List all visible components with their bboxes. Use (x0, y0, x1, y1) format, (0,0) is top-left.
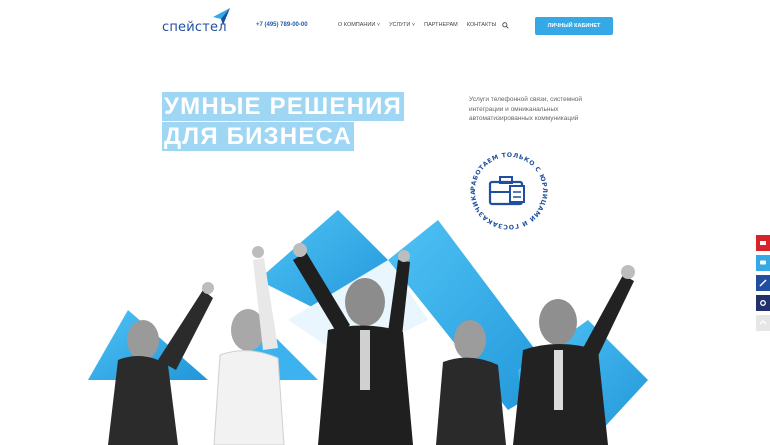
nav-item-about[interactable]: О КОМПАНИИ ˅ (338, 22, 380, 28)
hero-title-line-1: УМНЫЕ РЕШЕНИЯ (162, 92, 404, 121)
mail-icon (760, 241, 766, 245)
side-pen-button[interactable] (756, 275, 770, 291)
hero-description: Услуги телефонной связи, системной интег… (469, 96, 583, 122)
logo[interactable]: спейстел (162, 6, 232, 35)
nav-item-partners[interactable]: ПАРТНЕРАМ (424, 22, 458, 28)
personal-cabinet-button[interactable]: ЛИЧНЫЙ КАБИНЕТ (535, 17, 613, 35)
side-mail-button[interactable] (756, 235, 770, 251)
chat-icon (760, 260, 766, 265)
phone-link[interactable]: +7 (495) 789-00-00 (256, 22, 308, 28)
side-settings-button[interactable] (756, 295, 770, 311)
arrow-up-icon (759, 320, 767, 325)
main-nav: О КОМПАНИИ ˅ УСЛУГИ ˅ ПАРТНЕРАМ КОНТАКТЫ (338, 22, 496, 28)
hero-title-line-2: ДЛЯ БИЗНЕСА (162, 122, 354, 151)
nav-item-services[interactable]: УСЛУГИ ˅ (389, 22, 415, 28)
nav-item-contacts[interactable]: КОНТАКТЫ (467, 22, 497, 28)
pen-icon (759, 279, 767, 287)
settings-icon (760, 300, 766, 306)
search-icon[interactable] (502, 22, 509, 29)
hero-title: УМНЫЕ РЕШЕНИЯ ДЛЯ БИЗНЕСА (162, 92, 404, 152)
hero-team-photo (88, 210, 648, 445)
logo-arrow-icon (213, 8, 230, 25)
side-chat-button[interactable] (756, 255, 770, 271)
side-widgets (756, 235, 770, 335)
scroll-top-button[interactable] (756, 315, 770, 331)
